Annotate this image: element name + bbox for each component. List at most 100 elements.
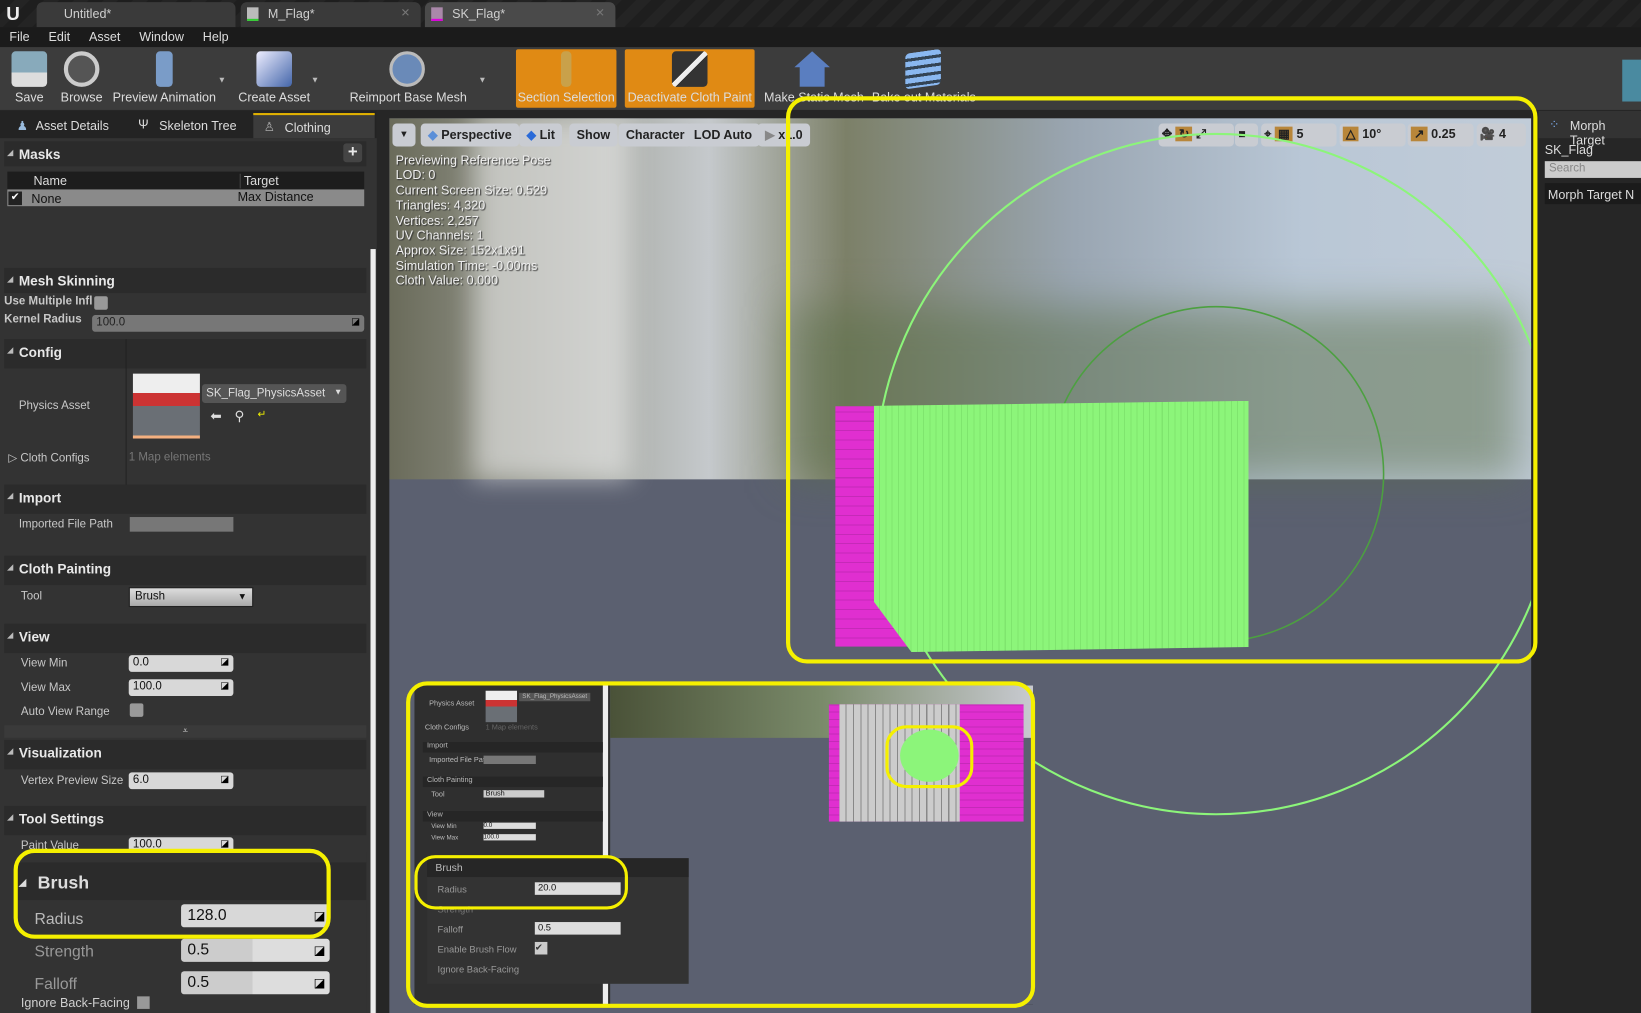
use-multiple-checkbox[interactable]	[94, 296, 108, 310]
physics-asset-dropdown[interactable]: SK_Flag_PhysicsAsset ▼	[201, 384, 347, 403]
tab-label: SK_Flag*	[452, 6, 506, 21]
vertex-preview-size-field[interactable]: 6.0 ◪	[128, 772, 234, 790]
tab-label: Untitled*	[63, 6, 112, 21]
menu-help[interactable]: Help	[193, 27, 238, 44]
browse-magnifier-icon[interactable]: ⚲	[234, 408, 244, 425]
mesh-skinning-header[interactable]: Mesh Skinning	[4, 267, 367, 294]
column-header-target[interactable]: Target	[239, 173, 279, 189]
kernel-radius-field[interactable]: 100.0 ◪	[92, 315, 365, 332]
highlight-annotation	[13, 848, 331, 939]
column-divider	[125, 339, 127, 486]
label: Config	[18, 344, 62, 361]
highlight-annotation	[785, 96, 1538, 664]
ignore-back-facing-checkbox[interactable]	[137, 996, 150, 1009]
section-selection-button[interactable]: Section Selection	[515, 49, 617, 108]
label: Import	[18, 489, 62, 506]
use-selected-arrow-icon[interactable]: ⬅	[210, 408, 221, 425]
column-header-name[interactable]: Name	[33, 174, 67, 189]
config-header[interactable]: Config	[4, 339, 367, 369]
tab-m-flag[interactable]: M_Flag* ✕	[240, 2, 421, 28]
tab-morph-target[interactable]: ⁘ Morph Target	[1538, 110, 1641, 148]
value: 0.5	[187, 940, 210, 959]
mannequin-icon: ♟	[16, 118, 29, 133]
menu-window[interactable]: Window	[130, 27, 194, 44]
view-header[interactable]: View	[4, 623, 367, 654]
visualization-header[interactable]: Visualization	[4, 739, 367, 770]
label: Masks	[18, 146, 61, 163]
close-icon[interactable]: ✕	[595, 6, 605, 20]
masks-header[interactable]: Masks +	[4, 141, 367, 167]
chevron-down-icon[interactable]: ▼	[218, 75, 226, 84]
tab-asset-details[interactable]: ♟ Asset Details	[4, 113, 127, 138]
reset-icon[interactable]: ↵	[257, 409, 266, 421]
cloth-painting-header[interactable]: Cloth Painting	[4, 555, 367, 586]
add-icon[interactable]: +	[343, 143, 363, 163]
browse-button[interactable]: Browse	[59, 49, 105, 108]
imported-file-path-field[interactable]	[129, 517, 234, 532]
resize-icon: ◪	[220, 656, 230, 667]
save-button[interactable]: Save	[6, 49, 52, 108]
magnifier-icon	[63, 51, 100, 87]
auto-view-range-checkbox[interactable]	[129, 703, 144, 717]
skeletal-mesh-icon	[431, 7, 443, 21]
falloff-slider[interactable]: 0.5 ◪	[181, 971, 330, 995]
strength-slider[interactable]: 0.5 ◪	[181, 938, 330, 962]
falloff-label: Falloff	[34, 975, 78, 994]
menu-asset[interactable]: Asset	[80, 27, 130, 44]
label: Section Selection	[517, 90, 615, 105]
tool-dropdown[interactable]: Brush ▼	[128, 587, 254, 608]
create-asset-button[interactable]: Create Asset	[237, 49, 312, 108]
tab-clothing[interactable]: ♙ Clothing	[253, 113, 375, 139]
tool-settings-header[interactable]: Tool Settings	[4, 805, 367, 836]
mannequin-icon: ♙	[263, 119, 276, 134]
resize-icon: ◪	[220, 680, 230, 691]
table-row[interactable]: ✔ None Max Distance	[7, 189, 365, 207]
advanced-expand-icon[interactable]: ⩡	[4, 725, 367, 738]
morph-target-icon: ⁘	[1548, 117, 1560, 132]
paintbrush-icon	[671, 51, 708, 87]
label: Deactivate Cloth Paint	[627, 90, 752, 105]
chevron-down-icon: ▼	[237, 591, 247, 602]
unreal-logo-icon[interactable]: U	[6, 3, 20, 25]
import-header[interactable]: Import	[4, 484, 367, 514]
label: Save	[14, 90, 44, 105]
layers-icon	[905, 48, 941, 90]
cloth-configs-expander[interactable]: ▷ Cloth Configs	[8, 451, 89, 465]
masks-table: Name Target ✔ None Max Distance	[7, 171, 365, 207]
chevron-down-icon: ▼	[333, 387, 343, 397]
menu-file[interactable]: File	[0, 27, 39, 44]
chevron-down-icon[interactable]: ▼	[478, 75, 486, 84]
material-icon	[246, 7, 259, 21]
label: Skeleton Tree	[159, 118, 237, 133]
menu-bar: File Edit Asset Window Help	[0, 27, 1641, 48]
view-min-field[interactable]: 0.0 ◪	[128, 655, 234, 672]
scrollbar[interactable]	[370, 249, 376, 1013]
deactivate-cloth-paint-button[interactable]: Deactivate Cloth Paint	[624, 49, 755, 108]
view-min-label: View Min	[20, 657, 68, 670]
chevron-down-icon[interactable]: ▼	[311, 75, 319, 84]
tab-skeleton-tree[interactable]: Ψ Skeleton Tree	[128, 113, 251, 138]
checkbox-checked[interactable]: ✔	[8, 191, 22, 206]
column-header-morph-target-name[interactable]: Morph Target N	[1544, 183, 1641, 205]
tab-sk-flag[interactable]: SK_Flag* ✕	[424, 2, 616, 28]
physics-asset-label: Physics Asset	[18, 399, 90, 413]
auto-view-range-label: Auto View Range	[20, 705, 110, 718]
label: Cloth Painting	[18, 560, 112, 577]
persona-editor: U Untitled* M_Flag* ✕ SK_Flag* ✕ File Edit A…	[0, 0, 1641, 1013]
resize-icon: ◪	[220, 773, 230, 784]
panel-tabs: ♟ Asset Details Ψ Skeleton Tree ♙ Clothing	[0, 110, 377, 139]
physics-asset-thumbnail[interactable]	[132, 373, 200, 439]
highlight-annotation	[414, 855, 628, 910]
highlight-annotation	[885, 725, 974, 789]
reimport-base-mesh-button[interactable]: Reimport Base Mesh	[350, 49, 467, 108]
search-input[interactable]: Search	[1544, 161, 1641, 178]
label: Preview Animation	[112, 90, 216, 105]
preview-animation-button[interactable]: Preview Animation	[111, 49, 218, 108]
menu-edit[interactable]: Edit	[39, 27, 79, 44]
close-icon[interactable]: ✕	[401, 6, 411, 20]
reimport-icon	[389, 51, 425, 87]
view-max-label: View Max	[20, 681, 71, 694]
view-max-field[interactable]: 100.0 ◪	[128, 679, 234, 696]
tab-untitled[interactable]: Untitled*	[36, 2, 236, 28]
asset-thumbnail[interactable]	[1622, 59, 1641, 102]
